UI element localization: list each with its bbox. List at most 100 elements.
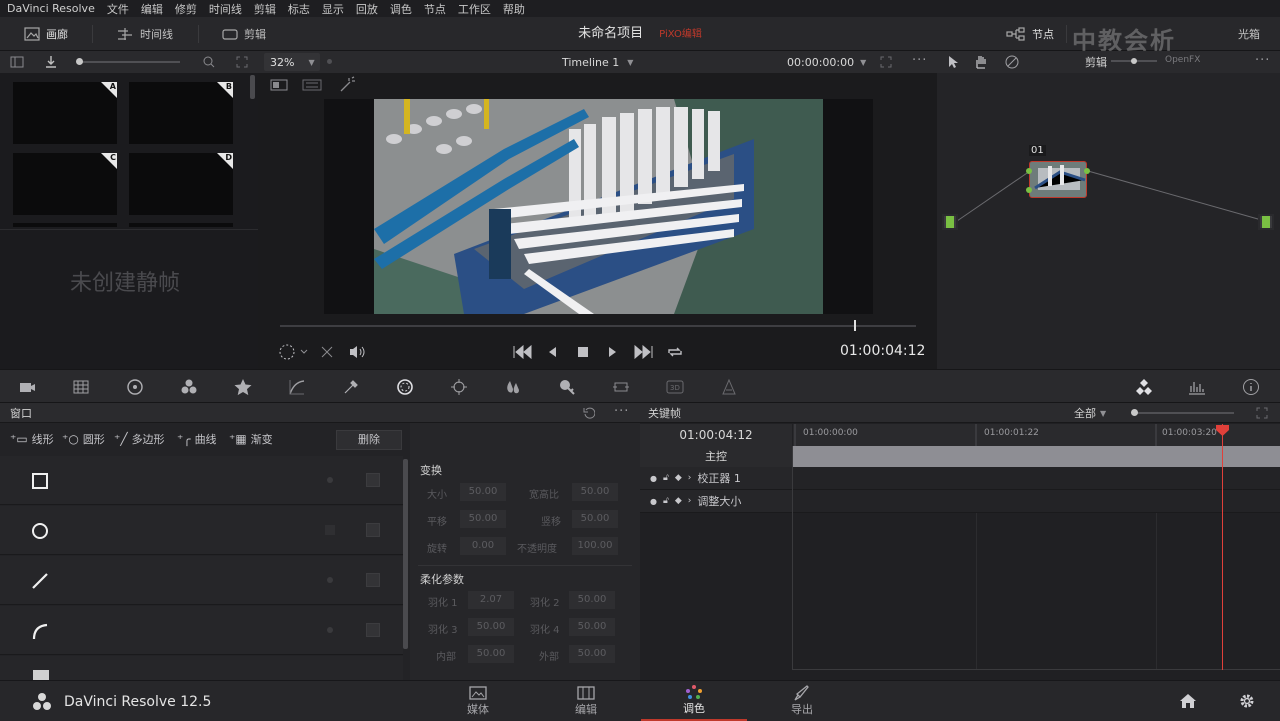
loop-icon[interactable] [666,344,684,360]
window-invert-checkbox[interactable] [366,473,380,487]
openfx-label[interactable]: OpenFX [1165,55,1200,65]
window-invert-checkbox[interactable] [366,623,380,637]
node-output-connector[interactable] [1084,168,1090,174]
menu-playback[interactable]: 回放 [350,1,384,17]
menu-color[interactable]: 调色 [384,1,418,17]
track-resize[interactable]: ● 🔓︎ ◆ › 调整大小 [640,490,792,513]
home-icon[interactable] [1179,692,1197,710]
menu-clip[interactable]: 剪辑 [248,1,282,17]
expand-icon[interactable] [236,56,248,68]
timeline-select[interactable]: Timeline 1 ▼ [562,51,633,73]
menu-view[interactable]: 显示 [316,1,350,17]
master-track-bar[interactable] [793,446,1269,467]
timeline-button[interactable]: 时间线 [116,17,173,51]
skip-to-start-icon[interactable] [512,345,532,359]
menu-workspace[interactable]: 工作区 [452,1,497,17]
menu-nodes[interactable]: 节点 [418,1,452,17]
menu-timeline[interactable]: 时间线 [203,1,248,17]
window-row-circle[interactable] [0,506,403,555]
window-enable-dot[interactable] [325,525,335,535]
source-input-node[interactable] [942,214,958,230]
sizing-icon[interactable] [612,378,630,396]
still-thumbnail[interactable]: B [129,82,233,144]
menu-file[interactable]: 文件 [101,1,135,17]
grab-still-icon[interactable] [44,55,58,69]
pointer-icon[interactable] [947,55,959,69]
rgb-mixer-icon[interactable] [180,378,198,396]
resize-track-lane[interactable] [793,490,1280,513]
soft2-field[interactable]: 50.00 [569,591,615,609]
window-row-curve[interactable] [0,606,403,655]
expand-icon[interactable] [1256,407,1268,419]
keyframe-zoom-slider[interactable] [1134,412,1234,414]
still-thumbnail[interactable]: A [13,82,117,144]
menu-edit[interactable]: 编辑 [135,1,169,17]
add-gradient-window-button[interactable]: ⁺▦ 渐变 [229,431,273,447]
page-deliver[interactable]: 导出 [767,681,837,721]
tilt-field[interactable]: 50.00 [572,510,618,528]
output-node[interactable] [1258,214,1274,230]
nodes-button[interactable]: 节点 [1006,17,1054,51]
window-row-polygon[interactable] [0,556,403,605]
size-field[interactable]: 50.00 [460,483,506,501]
more-options-icon[interactable]: ··· [912,53,927,68]
page-color[interactable]: 调色 [641,681,747,721]
color-match-icon[interactable] [72,378,90,396]
camera-raw-icon[interactable] [18,378,36,396]
aspect-field[interactable]: 50.00 [572,483,618,501]
corrector-node[interactable] [1029,161,1087,198]
visibility-dot-icon[interactable]: ● [650,474,657,483]
soft1-field[interactable]: 2.07 [468,591,514,609]
stop-icon[interactable] [577,346,589,358]
scrubber-track[interactable] [280,325,916,327]
keyframe-diamond-icon[interactable]: ◆ [675,496,682,506]
split-view-icon[interactable] [302,79,322,91]
add-circle-window-button[interactable]: ⁺○ 圆形 [62,431,105,447]
track-corrector[interactable]: ● 🔓︎ ◆ › 校正器 1 [640,467,792,490]
keyframe-diamond-icon[interactable]: ◆ [675,473,682,483]
corrector-track-lane[interactable] [793,467,1280,490]
disable-icon[interactable] [1005,55,1019,69]
blur-icon[interactable] [504,378,522,396]
clips-button[interactable]: 剪辑 [222,17,266,51]
gallery-zoom-handle[interactable] [76,58,83,65]
tracker-icon[interactable] [450,378,468,396]
color-wheels-icon[interactable] [126,378,144,396]
play-reverse-icon[interactable] [546,345,558,359]
page-edit[interactable]: 编辑 [551,681,621,721]
node-key-connector[interactable] [1026,187,1032,193]
loop-marker-icon[interactable] [278,343,312,361]
menu-help[interactable]: 帮助 [497,1,531,17]
scopes-icon[interactable] [1188,378,1206,396]
keyframe-zoom-handle[interactable] [1131,409,1138,416]
play-icon[interactable] [607,345,619,359]
keyframe-playhead-handle[interactable] [1215,424,1230,436]
more-options-icon[interactable]: ··· [614,404,629,419]
soft4-field[interactable]: 50.00 [569,618,615,636]
curves-icon[interactable] [288,378,306,396]
window-invert-checkbox[interactable] [366,523,380,537]
reset-icon[interactable] [583,407,595,419]
node-zoom-handle[interactable] [1131,58,1137,64]
sidebar-toggle-icon[interactable] [10,56,24,68]
chevron-right-icon[interactable]: › [688,496,692,506]
volume-icon[interactable] [348,344,366,360]
window-row-gradient[interactable] [0,656,403,680]
key-icon[interactable] [558,378,576,396]
add-curve-window-button[interactable]: ⁺╭ 曲线 [177,431,217,447]
settings-gear-icon[interactable] [1238,692,1256,710]
outside-field[interactable]: 50.00 [569,645,615,663]
keyframe-ruler[interactable]: 01:00:00:00 01:00:01:22 01:00:03:20 [793,424,1280,446]
menu-mark[interactable]: 标志 [282,1,316,17]
node-input-connector[interactable] [1026,168,1032,174]
info-icon[interactable] [1242,378,1260,396]
lock-icon[interactable]: 🔓︎ [663,473,669,483]
page-media[interactable]: 媒体 [443,681,513,721]
menu-trim[interactable]: 修剪 [169,1,203,17]
delete-button[interactable]: 删除 [336,430,402,450]
gallery-zoom-slider[interactable] [80,61,180,63]
source-timecode-select[interactable]: 00:00:00:00 ▼ [787,51,866,73]
magic-wand-icon[interactable] [338,76,356,94]
track-master[interactable]: 主控 [640,446,792,467]
rotate-field[interactable]: 0.00 [460,537,506,555]
